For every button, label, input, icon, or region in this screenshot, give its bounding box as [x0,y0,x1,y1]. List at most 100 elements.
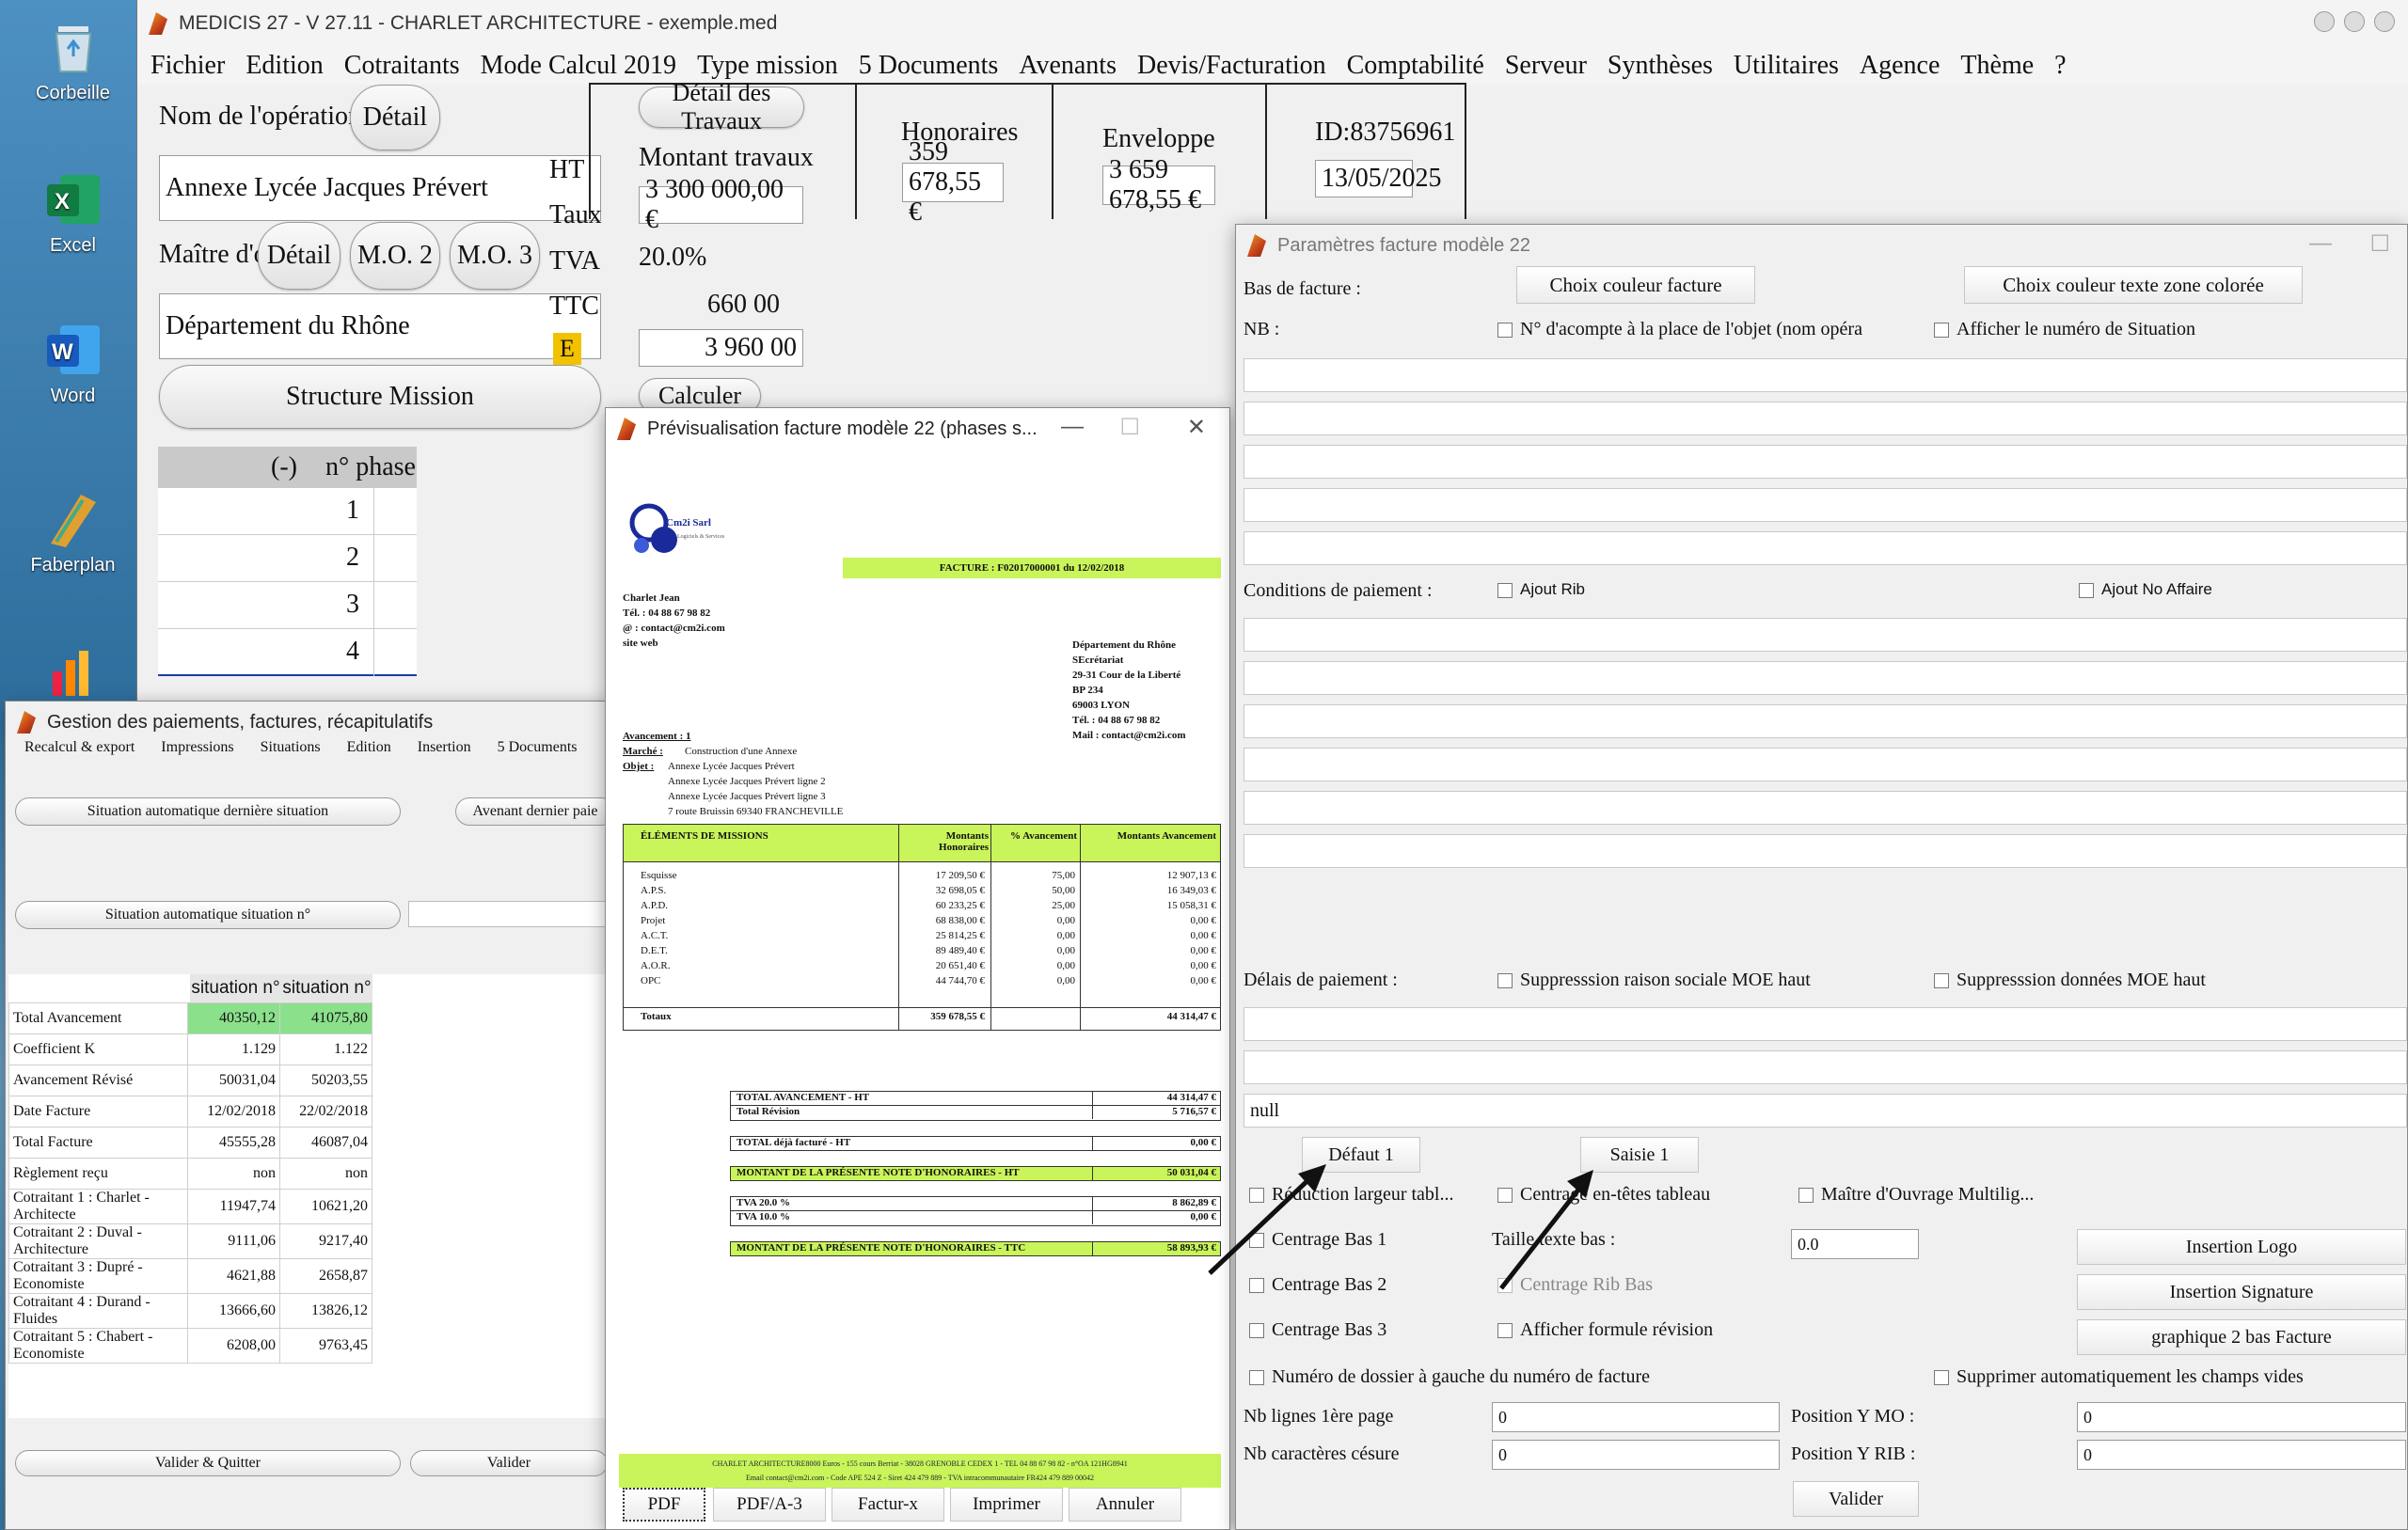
cell-value[interactable]: 9111,06 [187,1223,280,1259]
menu-mode-calcul[interactable]: Mode Calcul 2019 [481,51,676,81]
graphique-button[interactable]: graphique 2 bas Facture [2077,1319,2406,1355]
cell-value[interactable]: 50203,55 [279,1065,372,1096]
cb-multilig[interactable]: Maître d'Ouvrage Multilig... [1798,1184,2034,1206]
desktop-icon-excel[interactable]: X Excel [0,169,146,257]
checkbox-icon[interactable] [1249,1370,1264,1386]
checkbox-icon[interactable] [1497,973,1513,989]
imprimer-button[interactable]: Imprimer [950,1488,1063,1522]
menu-comptabilite[interactable]: Comptabilité [1347,51,1484,81]
honoraires-field[interactable]: 359 678,55 € [902,137,1004,227]
situation-auto-last-button[interactable]: Situation automatique dernière situation [15,797,401,826]
nb-line-1[interactable] [1244,358,2407,392]
minimize-icon[interactable]: — [2309,230,2332,257]
menu-help[interactable]: ? [2054,51,2066,81]
menu-insertion[interactable]: Insertion [418,739,471,756]
cb-supprimer[interactable]: Supprimer automatiquement les champs vid… [1934,1366,2304,1388]
menu-theme[interactable]: Thème [1960,51,2034,81]
table-row[interactable]: 1 [158,488,417,535]
desktop-icon-faberplan[interactable]: Faberplan [0,489,146,576]
mo2-button[interactable]: M.O. 2 [350,222,440,290]
phase-minus-header[interactable]: (-) [271,452,297,482]
cell-value[interactable]: 50031,04 [187,1065,280,1096]
operation-field[interactable]: Annexe Lycée Jacques Prévert [159,155,601,221]
cell-value[interactable]: 13826,12 [279,1293,372,1329]
position-rib-input[interactable]: 0 [2077,1440,2406,1470]
table-row[interactable]: Règlement reçu non non [8,1158,372,1190]
conditions-line-5[interactable] [1244,791,2407,825]
close-icon[interactable] [2374,11,2395,32]
cell-value[interactable]: non [279,1158,372,1190]
conditions-line-1[interactable] [1244,618,2407,652]
checkbox-icon[interactable] [1497,323,1513,339]
annuler-button[interactable]: Annuler [1069,1488,1181,1522]
pdfa3-button[interactable]: PDF/A-3 [713,1488,826,1522]
menu-type-mission[interactable]: Type mission [697,51,838,81]
cb-rib[interactable]: Ajout Rib [1497,580,1585,599]
valider-quitter-button[interactable]: Valider & Quitter [15,1450,401,1476]
table-row[interactable]: Cotraitant 3 : Dupré - Economiste 4621,88… [8,1258,372,1294]
cell-value[interactable]: 22/02/2018 [279,1096,372,1128]
menu-serveur[interactable]: Serveur [1505,51,1587,81]
menu-fichier[interactable]: Fichier [150,51,225,81]
checkbox-icon[interactable] [1934,323,1949,339]
cell-value[interactable]: 11947,74 [187,1189,280,1224]
taille-input[interactable]: 0.0 [1791,1229,1919,1259]
table-row[interactable]: Total Facture 45555,28 46087,04 [8,1127,372,1159]
menu-syntheses[interactable]: Synthèses [1608,51,1713,81]
table-row[interactable]: Cotraitant 5 : Chabert - Economiste 6208,… [8,1328,372,1364]
cell-value[interactable]: 6208,00 [187,1328,280,1364]
cell-value[interactable]: non [187,1158,280,1190]
operation-detail-button[interactable]: Détail [350,85,440,150]
menu-agence[interactable]: Agence [1860,51,1941,81]
detail-travaux-button[interactable]: Détail des Travaux [639,79,804,134]
table-row[interactable]: 4 [158,629,417,676]
situation-n-input[interactable] [408,901,615,927]
menu-devis-facturation[interactable]: Devis/Facturation [1137,51,1326,81]
desktop-icon-word[interactable]: W Word [0,320,146,407]
cell-value[interactable]: 9217,40 [279,1223,372,1259]
table-row[interactable]: Avancement Révisé 50031,04 50203,55 [8,1065,372,1096]
checkbox-icon[interactable] [1798,1188,1814,1204]
menu-situations[interactable]: Situations [261,739,321,756]
cell-value[interactable]: 13666,60 [187,1293,280,1329]
enveloppe-field[interactable]: 3 659 678,55 € [1102,155,1215,214]
situation-2-header[interactable]: situation n° 2 [281,974,372,1026]
maitre-detail-button[interactable]: Détail [258,222,341,290]
structure-mission-button[interactable]: Structure Mission [159,365,601,429]
cb-dossier[interactable]: Numéro de dossier à gauche du numéro de … [1249,1366,1650,1388]
cell-value[interactable]: 2658,87 [279,1258,372,1294]
montant-travaux-field[interactable]: 3 300 000,00 € [639,175,803,234]
menu-5-documents[interactable]: 5 Documents [859,51,999,81]
nb-line-2[interactable] [1244,402,2407,435]
cell-value[interactable]: 1.129 [187,1033,280,1065]
delais-line-1[interactable] [1244,1007,2407,1041]
table-row[interactable]: 3 [158,582,417,629]
checkbox-icon[interactable] [1934,973,1949,989]
cb-supp-donnees[interactable]: Suppresssion données MOE haut [1934,970,2206,991]
situation-1-header[interactable]: situation n° 1 [190,974,281,1026]
conditions-line-2[interactable] [1244,661,2407,695]
table-row[interactable]: Cotraitant 1 : Charlet - Architecte 11947… [8,1189,372,1224]
menu-cotraitants[interactable]: Cotraitants [344,51,460,81]
table-row[interactable]: Coefficient K 1.129 1.122 [8,1033,372,1065]
insertion-logo-button[interactable]: Insertion Logo [2077,1229,2406,1265]
cb-supp-raison[interactable]: Suppresssion raison sociale MOE haut [1497,970,1811,991]
nb-car-input[interactable]: 0 [1492,1440,1780,1470]
maximize-icon[interactable]: ☐ [2369,230,2390,258]
conditions-line-6[interactable] [1244,834,2407,868]
maitre-ouvrage-field[interactable]: Département du Rhône [159,293,601,359]
maximize-icon[interactable] [2344,11,2365,32]
e-badge[interactable]: E [553,333,581,365]
params-valider-button[interactable]: Valider [1793,1481,1919,1517]
table-row[interactable]: Cotraitant 4 : Durand - Fluides 13666,60 1… [8,1293,372,1329]
table-row[interactable]: Cotraitant 2 : Duval - Architecture 9111,… [8,1223,372,1259]
insertion-signature-button[interactable]: Insertion Signature [2077,1274,2406,1310]
minimize-icon[interactable]: — [1061,414,1084,440]
cell-value[interactable]: 10621,20 [279,1189,372,1224]
position-mo-input[interactable]: 0 [2077,1402,2406,1432]
nb-lignes-input[interactable]: 0 [1492,1402,1780,1432]
cell-value[interactable]: 12/02/2018 [187,1096,280,1128]
menu-edition[interactable]: Edition [347,739,391,756]
maximize-icon[interactable]: ☐ [1119,414,1140,441]
desktop-icon-recycle[interactable]: Corbeille [0,17,146,104]
